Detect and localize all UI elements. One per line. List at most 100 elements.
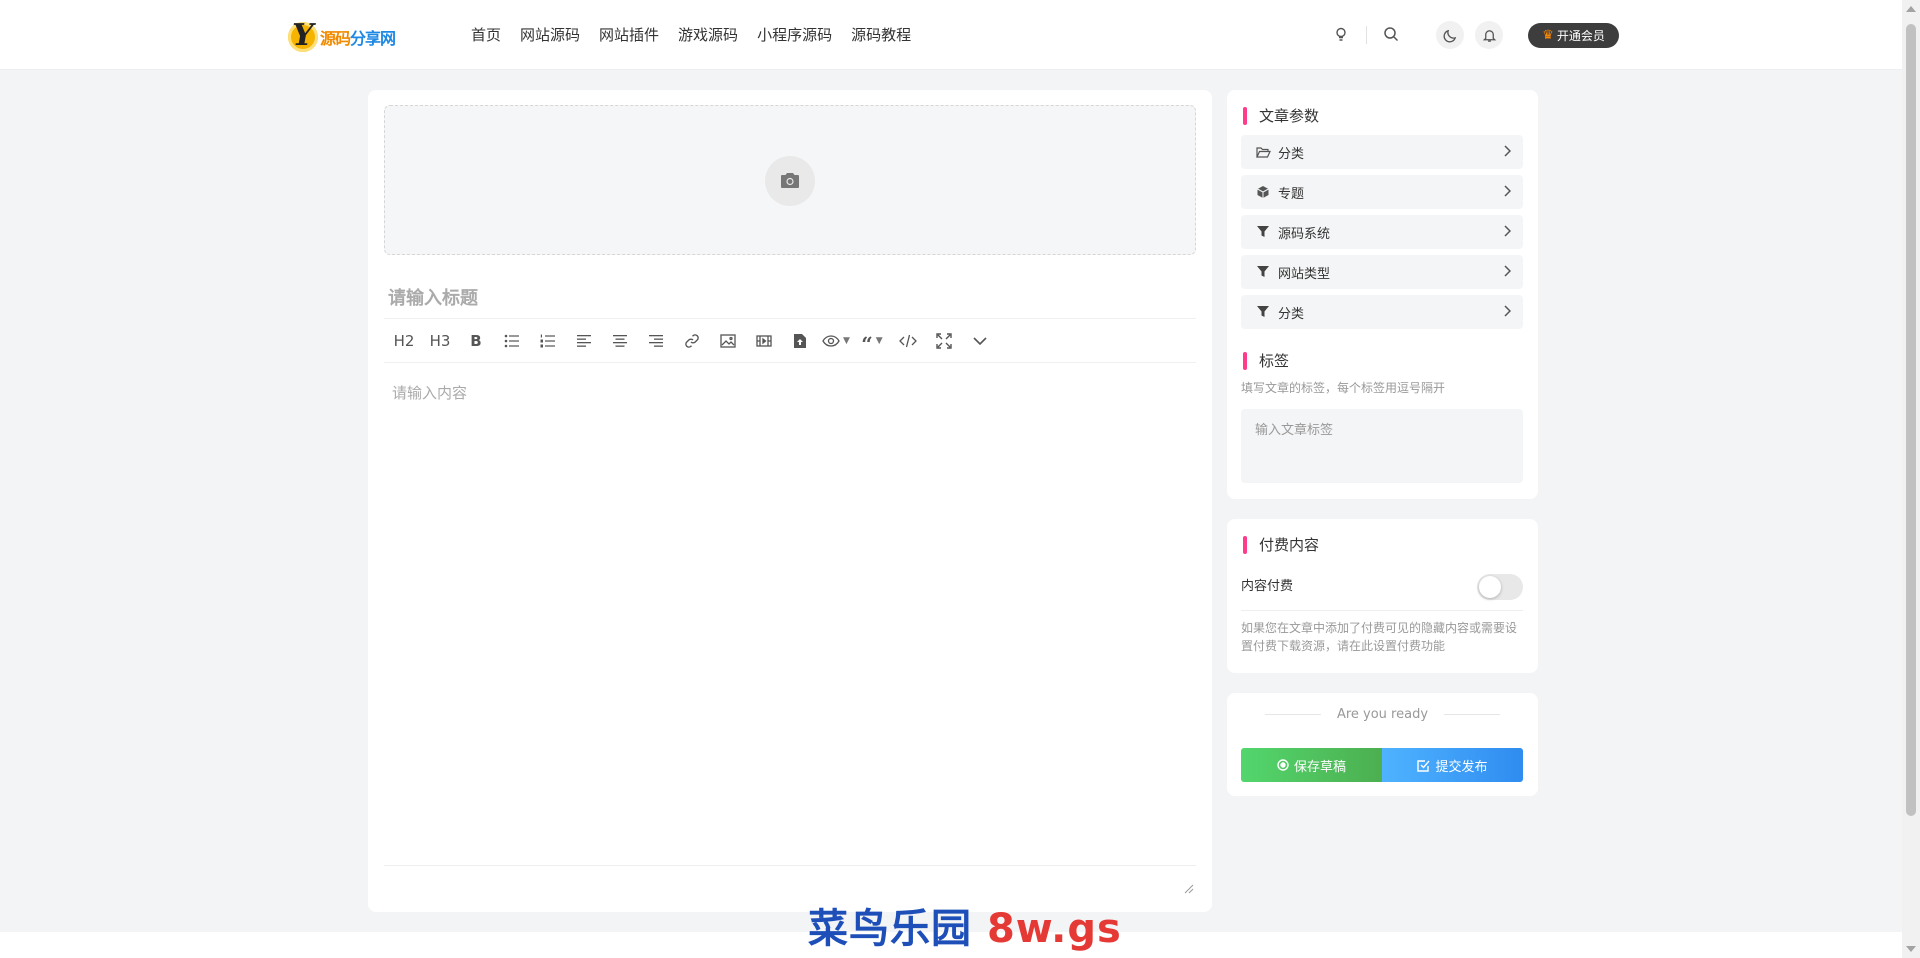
tags-hint: 填写文章的标签，每个标签用逗号隔开 <box>1241 381 1446 395</box>
toggle-knob <box>1479 576 1501 598</box>
vip-label: 开通会员 <box>1556 29 1605 43</box>
site-header: Y 源码分享网 首页 网站源码 网站插件 游戏源码 小程序源码 源码教程 ♛ 开… <box>0 0 1902 70</box>
params-title: 文章参数 <box>1243 105 1319 126</box>
title-input[interactable] <box>384 278 1196 318</box>
ready-text: Are you ready <box>1336 707 1429 722</box>
editor-footer-divider <box>384 865 1196 866</box>
scroll-down-icon[interactable] <box>1906 946 1916 952</box>
accent-bar <box>1243 351 1247 370</box>
more-chevron-down-icon[interactable] <box>966 327 994 355</box>
param-label: 分类 <box>1278 146 1305 162</box>
scroll-up-icon[interactable] <box>1906 6 1916 12</box>
article-params-card: 文章参数 分类 专题 源码系统 网站类型 分类 标签 填写文章的标签，每个标签用… <box>1227 90 1538 499</box>
nav-game-source[interactable]: 游戏源码 <box>678 24 738 45</box>
resize-grip-icon[interactable] <box>1184 879 1194 894</box>
vip-button[interactable]: ♛ 开通会员 <box>1528 23 1619 48</box>
align-center-icon[interactable] <box>606 327 634 355</box>
align-left-icon[interactable] <box>570 327 598 355</box>
logo-text-b: 分享网 <box>350 29 396 48</box>
param-row-source-system[interactable]: 源码系统 <box>1241 215 1523 249</box>
logo-mark: Y <box>288 18 318 53</box>
folder-open-icon <box>1255 144 1271 160</box>
site-logo[interactable]: Y 源码分享网 <box>288 18 408 55</box>
image-icon[interactable] <box>714 327 742 355</box>
params-title-text: 文章参数 <box>1259 107 1320 125</box>
video-icon[interactable] <box>750 327 778 355</box>
param-label: 网站类型 <box>1278 266 1331 282</box>
heading2-button[interactable]: H2 <box>390 327 418 355</box>
camera-icon <box>765 156 815 206</box>
param-row-category-filter[interactable]: 分类 <box>1241 295 1523 329</box>
scrollbar-thumb[interactable] <box>1906 24 1916 816</box>
filter-icon <box>1255 264 1271 280</box>
paid-title-text: 付费内容 <box>1259 536 1320 554</box>
editor-toolbar: H2 H3 B ▼ “ ▼ <box>384 318 1196 363</box>
nav-source-tutorials[interactable]: 源码教程 <box>851 24 911 45</box>
chevron-right-icon <box>1503 145 1512 161</box>
cover-image-uploader[interactable] <box>384 105 1196 255</box>
accent-bar <box>1243 535 1247 554</box>
check-square-icon <box>1417 759 1431 772</box>
nav-website-plugins[interactable]: 网站插件 <box>599 24 659 45</box>
ordered-list-icon[interactable] <box>534 327 562 355</box>
bold-button[interactable]: B <box>462 327 490 355</box>
watermark-site: 8w.gs <box>986 906 1122 952</box>
publish-card: Are you ready 保存草稿 提交发布 <box>1227 693 1538 796</box>
tags-title: 标签 <box>1243 350 1289 371</box>
submit-publish-button[interactable]: 提交发布 <box>1382 748 1523 782</box>
param-row-website-type[interactable]: 网站类型 <box>1241 255 1523 289</box>
tags-input[interactable] <box>1241 409 1523 483</box>
record-icon <box>1277 759 1289 771</box>
paid-toggle-label: 内容付费 <box>1241 579 1294 594</box>
link-icon[interactable] <box>678 327 706 355</box>
fullscreen-icon[interactable] <box>930 327 958 355</box>
logo-text-a: 源码 <box>320 29 351 48</box>
accent-bar <box>1243 106 1247 125</box>
param-label: 源码系统 <box>1278 226 1331 242</box>
chevron-right-icon <box>1503 305 1512 321</box>
page-scrollbar[interactable] <box>1902 0 1920 958</box>
watermark-cn: 菜鸟乐园 <box>808 906 972 952</box>
hide-content-dropdown[interactable]: ▼ <box>822 327 850 355</box>
code-icon[interactable] <box>894 327 922 355</box>
caret-down-icon: ▼ <box>843 335 850 346</box>
ready-line-right <box>1444 714 1501 715</box>
bullet-list-icon[interactable] <box>498 327 526 355</box>
file-upload-icon[interactable] <box>786 327 814 355</box>
align-right-icon[interactable] <box>642 327 670 355</box>
ready-line-left <box>1264 714 1321 715</box>
editor-card: H2 H3 B ▼ <box>368 90 1212 912</box>
moon-icon <box>1443 29 1456 42</box>
paid-description: 如果您在文章中添加了付费可见的隐藏内容或需要设置付费下载资源，请在此设置付费功能 <box>1241 621 1518 653</box>
cube-icon <box>1255 184 1271 200</box>
param-label: 专题 <box>1278 186 1305 202</box>
nav-home[interactable]: 首页 <box>471 24 501 45</box>
content-editor[interactable] <box>384 364 1196 854</box>
bell-icon <box>1482 29 1496 42</box>
header-separator <box>1366 26 1367 44</box>
param-row-topic[interactable]: 专题 <box>1241 175 1523 209</box>
watermark: 菜鸟乐园 8w.gs <box>808 896 1122 954</box>
tags-title-text: 标签 <box>1259 352 1290 370</box>
submit-publish-label: 提交发布 <box>1435 759 1488 775</box>
nav-miniprogram-source[interactable]: 小程序源码 <box>757 24 832 45</box>
publish-buttons: 保存草稿 提交发布 <box>1241 748 1523 782</box>
filter-icon <box>1255 224 1271 240</box>
notifications-button[interactable] <box>1475 21 1503 49</box>
param-row-category[interactable]: 分类 <box>1241 135 1523 169</box>
paid-content-toggle[interactable] <box>1477 574 1523 600</box>
caret-down-icon: ▼ <box>875 335 883 346</box>
dark-mode-toggle[interactable] <box>1436 21 1464 49</box>
heading3-button[interactable]: H3 <box>426 327 454 355</box>
nav-website-source[interactable]: 网站源码 <box>520 24 580 45</box>
search-icon[interactable] <box>1381 24 1401 44</box>
logo-text: 源码分享网 <box>320 25 396 49</box>
chevron-right-icon <box>1503 265 1512 281</box>
save-draft-button[interactable]: 保存草稿 <box>1241 748 1382 782</box>
paid-content-card: 付费内容 内容付费 如果您在文章中添加了付费可见的隐藏内容或需要设置付费下载资源… <box>1227 519 1538 673</box>
theme-bulb-icon[interactable] <box>1331 24 1351 44</box>
main-nav: 首页 网站源码 网站插件 游戏源码 小程序源码 源码教程 <box>471 24 911 45</box>
paid-divider <box>1241 610 1523 611</box>
eye-icon <box>822 334 840 347</box>
quote-dropdown[interactable]: “ ▼ <box>858 327 886 355</box>
